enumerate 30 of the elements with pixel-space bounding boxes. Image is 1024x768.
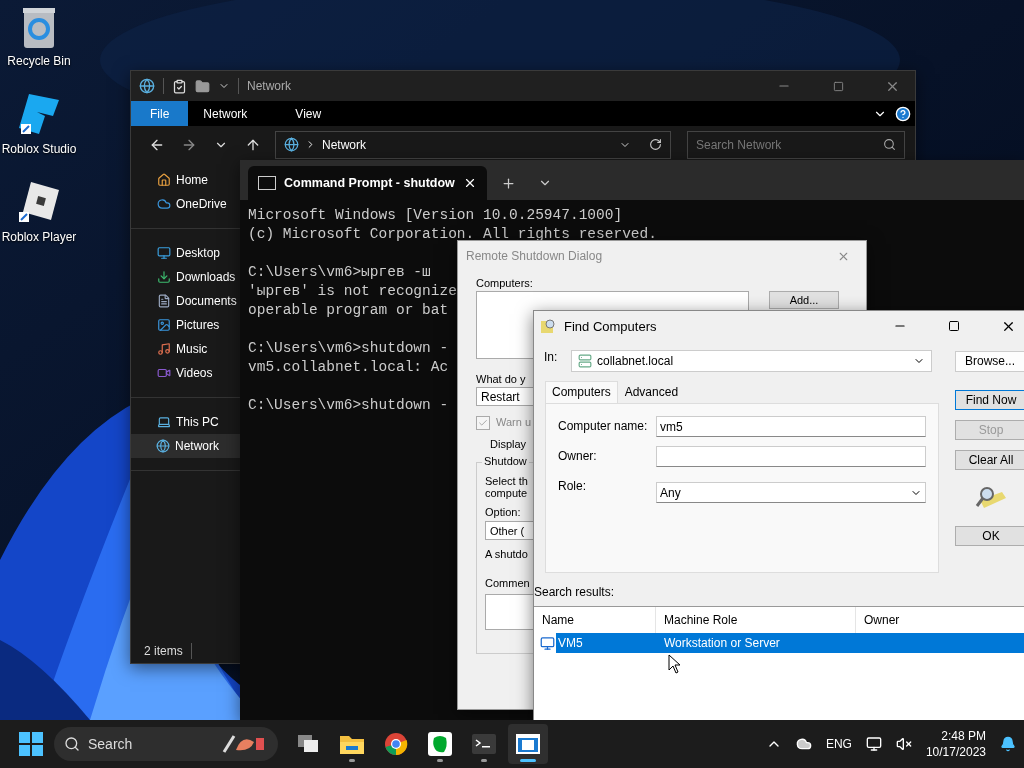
status-text: 2 items <box>144 644 183 658</box>
field-label: In: <box>544 350 559 364</box>
console-line: C:\Users\vm6>shutdown - <box>248 396 449 415</box>
console-line: Microsoft Windows [Version 10.0.25947.1000] <box>248 206 623 225</box>
field-label: Computers: <box>476 277 533 289</box>
tab-title: Command Prompt - shutdow <box>284 176 455 190</box>
checkbox-label: Warn u <box>496 416 532 428</box>
field-label: Commen <box>485 577 530 589</box>
window-title: Find Computers <box>564 318 658 334</box>
field-label: What do y <box>476 373 526 385</box>
console-line: operable program or bat <box>248 301 449 320</box>
window-title: Network <box>247 79 292 93</box>
group-text: compute <box>485 487 528 499</box>
table-cell: VM5 <box>558 636 583 650</box>
console-line: 'ыргев' is not recognize <box>248 282 457 301</box>
window-title: Remote Shutdown Dialog <box>466 249 604 263</box>
group-title: Shutdow <box>482 455 529 467</box>
note-text: A shutdo <box>485 548 528 560</box>
console-line: C:\Users\vm6>shutdown - <box>248 339 449 358</box>
field-label: Display <box>490 438 527 450</box>
field-label: Role: <box>558 479 587 493</box>
console-line: (c) Microsoft Corporation. All rights reserved. <box>248 225 657 244</box>
field-label: Computer name: <box>558 419 649 433</box>
group-text: Select th <box>485 475 528 487</box>
console-line: C:\Users\vm6>ыргев -ш <box>248 263 431 282</box>
field-label: Owner: <box>558 449 598 463</box>
console-line: vm5.collabnet.local: Ac <box>248 358 449 377</box>
field-label: Option: <box>485 506 521 518</box>
table-cell: Workstation or Server <box>664 636 780 650</box>
section-label: Search results: <box>534 585 615 599</box>
